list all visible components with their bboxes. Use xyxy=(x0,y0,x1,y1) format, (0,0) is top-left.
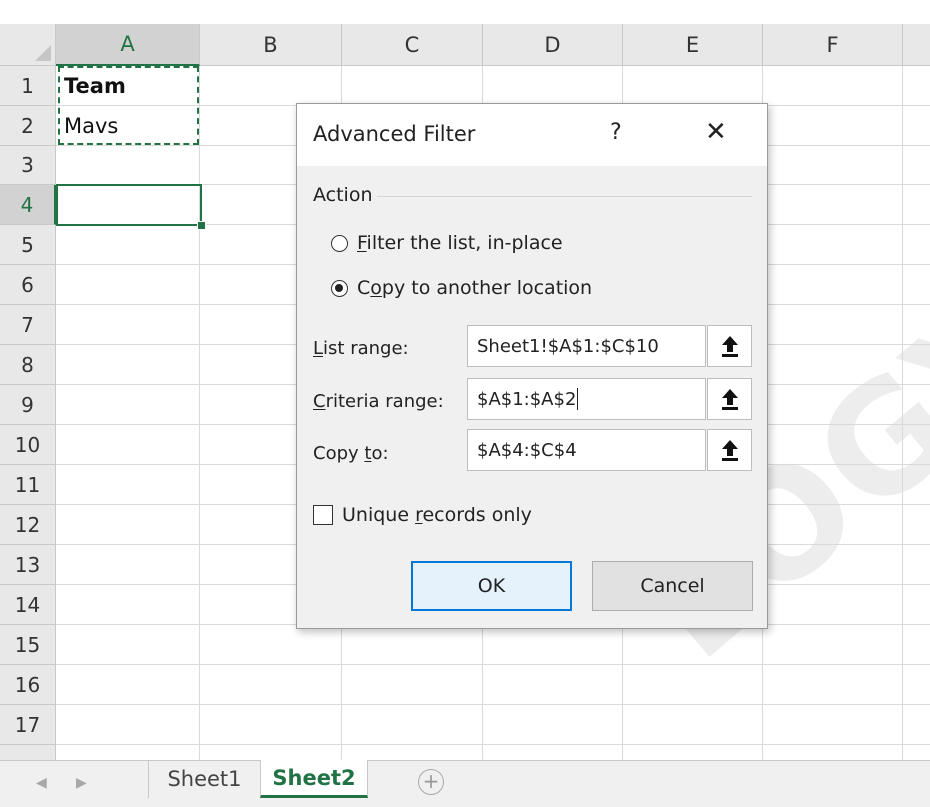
unique-records-checkbox[interactable] xyxy=(313,505,333,525)
column-header-f[interactable]: F xyxy=(763,24,903,66)
sheet-tab-sheet1[interactable]: Sheet1 xyxy=(148,760,260,798)
select-all-corner[interactable] xyxy=(0,24,56,66)
row-header-18-partial[interactable] xyxy=(0,745,56,760)
row-header-3[interactable]: 3 xyxy=(0,146,56,185)
prev-sheet-icon[interactable]: ◀ xyxy=(36,775,47,791)
row-header-13[interactable]: 13 xyxy=(0,545,56,585)
dialog-titlebar[interactable]: Advanced Filter ? ✕ xyxy=(297,104,767,166)
column-header-d[interactable]: D xyxy=(483,24,623,66)
row-header-8[interactable]: 8 xyxy=(0,345,56,385)
list-range-input[interactable]: Sheet1!$A$1:$C$10 xyxy=(467,325,706,367)
row-header-14[interactable]: 14 xyxy=(0,585,56,625)
row-header-4[interactable]: 4 xyxy=(0,185,56,225)
gridline xyxy=(199,66,200,760)
unique-records-checkbox-row[interactable]: Unique records only xyxy=(313,504,532,526)
copy-to-input[interactable]: $A$4:$C$4 xyxy=(467,429,706,471)
row-header-1[interactable]: 1 xyxy=(0,66,56,106)
row-header-17[interactable]: 17 xyxy=(0,705,56,745)
up-arrow-icon xyxy=(721,389,738,410)
fill-handle[interactable] xyxy=(197,221,206,230)
row-header-6[interactable]: 6 xyxy=(0,265,56,305)
active-cell-a4[interactable] xyxy=(56,184,202,226)
radio-filter-in-place-label: Filter the list, in-place xyxy=(357,232,563,254)
list-range-label: List range: xyxy=(313,338,409,359)
sheet-tab-sheet2[interactable]: Sheet2 xyxy=(260,760,368,798)
criteria-range-label: Criteria range: xyxy=(313,391,444,412)
sheet-tabs-bar: ◀ ▶ Sheet1 Sheet2 + xyxy=(0,760,930,807)
ok-button[interactable]: OK xyxy=(411,561,572,611)
column-header-b[interactable]: B xyxy=(200,24,342,66)
copy-marquee-a1-a2 xyxy=(58,66,199,145)
copy-to-collapse-button[interactable] xyxy=(707,429,752,471)
row-header-5[interactable]: 5 xyxy=(0,225,56,265)
radio-selected-icon[interactable] xyxy=(331,279,348,297)
radio-copy-to-location[interactable]: Copy to another location xyxy=(331,277,592,299)
gridline xyxy=(56,664,930,665)
gridline xyxy=(56,704,930,705)
up-arrow-icon xyxy=(721,336,738,357)
column-header-a[interactable]: A xyxy=(56,24,200,66)
row-header-12[interactable]: 12 xyxy=(0,505,56,545)
row-header-2[interactable]: 2 xyxy=(0,106,56,146)
copy-to-label: Copy to: xyxy=(313,443,389,464)
dialog-title: Advanced Filter xyxy=(313,122,476,146)
column-header-g-partial[interactable] xyxy=(903,24,930,66)
cancel-button[interactable]: Cancel xyxy=(592,561,753,611)
close-icon[interactable]: ✕ xyxy=(705,117,727,147)
unique-records-label: Unique records only xyxy=(342,504,532,526)
group-divider xyxy=(377,196,752,197)
gridline xyxy=(902,66,903,760)
next-sheet-icon[interactable]: ▶ xyxy=(76,775,87,791)
criteria-range-input[interactable]: $A$1:$A$2 xyxy=(467,378,706,420)
add-sheet-icon[interactable]: + xyxy=(418,769,444,795)
row-header-7[interactable]: 7 xyxy=(0,305,56,345)
action-group-label: Action xyxy=(313,184,373,206)
column-header-c[interactable]: C xyxy=(342,24,483,66)
row-header-15[interactable]: 15 xyxy=(0,625,56,665)
row-header-10[interactable]: 10 xyxy=(0,425,56,465)
row-header-9[interactable]: 9 xyxy=(0,385,56,425)
row-header-16[interactable]: 16 xyxy=(0,665,56,705)
row-header-11[interactable]: 11 xyxy=(0,465,56,505)
column-header-e[interactable]: E xyxy=(623,24,763,66)
radio-filter-in-place[interactable]: Filter the list, in-place xyxy=(331,232,563,254)
list-range-collapse-button[interactable] xyxy=(707,325,752,367)
radio-circle-icon[interactable] xyxy=(331,234,348,252)
advanced-filter-dialog: Advanced Filter ? ✕ Action Filter the li… xyxy=(296,103,768,629)
gridline xyxy=(56,744,930,745)
radio-copy-to-location-label: Copy to another location xyxy=(357,277,593,299)
up-arrow-icon xyxy=(721,440,738,461)
help-icon[interactable]: ? xyxy=(610,120,622,145)
criteria-range-collapse-button[interactable] xyxy=(707,378,752,420)
